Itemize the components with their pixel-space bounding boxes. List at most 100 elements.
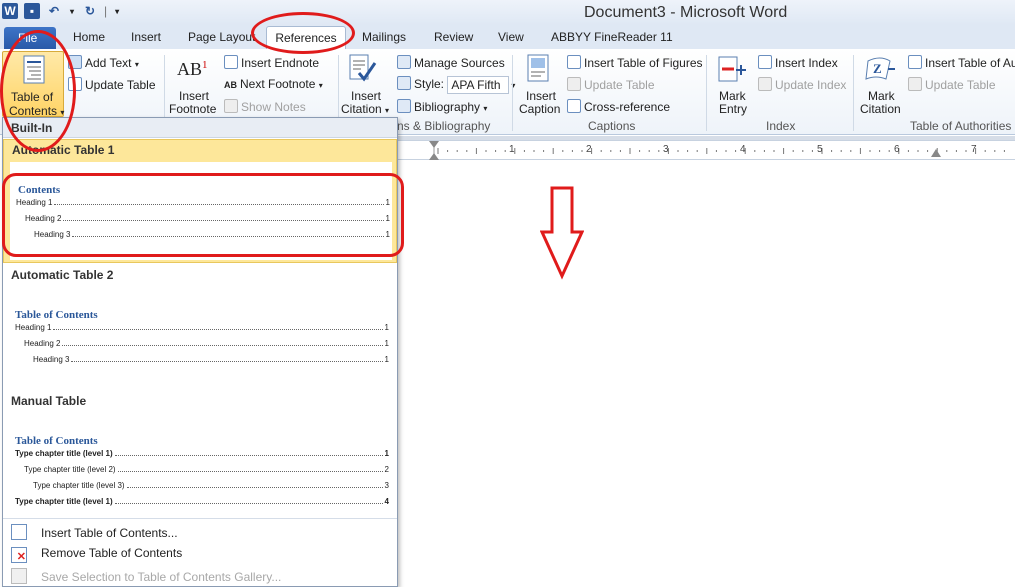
document-canvas[interactable]	[398, 160, 1015, 587]
group-label-citations: ns & Bibliography	[397, 119, 491, 133]
add-text-button[interactable]: Add Text ▾	[68, 55, 139, 70]
ruler-number: 2	[586, 144, 592, 155]
mark-entry-icon	[718, 56, 746, 82]
insert-footnote-label1[interactable]: Insert	[179, 89, 209, 103]
save-selection-to-gallery-command[interactable]: Save Selection to Table of Contents Gall…	[11, 568, 281, 584]
insert-caption-icon	[527, 54, 549, 82]
show-notes-icon	[224, 99, 238, 113]
insert-footnote-label2[interactable]: Footnote	[169, 102, 216, 116]
style-selector[interactable]: Style: APA Fifth ▾	[397, 76, 515, 94]
mark-entry-label2[interactable]: Entry	[719, 102, 747, 116]
ruler-number: 3	[663, 144, 669, 155]
style-icon	[397, 76, 411, 91]
remove-table-of-contents-command[interactable]: ✕ Remove Table of Contents	[11, 546, 182, 563]
indent-marker-bottom-icon[interactable]	[429, 153, 439, 160]
update-index-button[interactable]: Update Index	[758, 77, 846, 92]
toc-preview-line: Type chapter title (level 1) 4	[15, 497, 389, 506]
next-footnote-button[interactable]: AB Next Footnote ▾	[224, 77, 323, 91]
tab-review[interactable]: Review	[434, 30, 473, 44]
customize-qat-icon[interactable]: ▾	[113, 3, 121, 19]
tab-abbyy-finereader[interactable]: ABBYY FineReader 11	[551, 30, 673, 44]
insert-table-of-figures-button[interactable]: Insert Table of Figures	[567, 55, 703, 70]
mark-citation-label2[interactable]: Citation	[860, 102, 901, 116]
insert-index-icon	[758, 55, 772, 69]
ruler-number: 6	[894, 144, 900, 155]
save-icon[interactable]: ▪	[24, 3, 40, 19]
toc-preview-heading: Table of Contents	[15, 309, 98, 321]
qat-separator: |	[104, 4, 108, 18]
style-dropdown[interactable]: APA Fifth	[447, 76, 510, 94]
group-separator	[853, 55, 854, 131]
cross-reference-icon	[567, 99, 581, 113]
bibliography-button[interactable]: Bibliography ▾	[397, 99, 487, 114]
show-notes-button[interactable]: Show Notes	[224, 99, 306, 114]
remove-toc-icon: ✕	[11, 547, 27, 563]
right-indent-marker-icon[interactable]	[931, 149, 941, 157]
group-separator	[512, 55, 513, 131]
tab-home[interactable]: Home	[73, 30, 105, 44]
toc-preview-line: Heading 31	[33, 355, 389, 364]
insert-endnote-icon	[224, 55, 238, 69]
chevron-down-icon: ▾	[483, 104, 488, 113]
toc-preview-line: Type chapter title (level 3) 3	[33, 481, 389, 490]
undo-dropdown-icon[interactable]: ▾	[68, 3, 76, 19]
menu-separator	[3, 518, 397, 519]
insert-index-button[interactable]: Insert Index	[758, 55, 838, 70]
title-bar: W ▪ ↶ ▾ ↻ | ▾ Document3 - Microsoft Word	[0, 0, 1015, 25]
next-footnote-icon: AB	[224, 80, 237, 90]
tab-mailings[interactable]: Mailings	[362, 30, 406, 44]
insert-citation-icon	[349, 54, 377, 82]
tab-view[interactable]: View	[498, 30, 524, 44]
chevron-down-icon: ▾	[385, 106, 390, 115]
update-table-button[interactable]: Update Table	[68, 77, 156, 92]
insert-endnote-button[interactable]: Insert Endnote	[224, 55, 319, 70]
chevron-down-icon: ▾	[318, 81, 323, 90]
manage-sources-button[interactable]: Manage Sources	[397, 55, 505, 70]
update-table-authorities-button[interactable]: Update Table	[908, 77, 996, 92]
insert-citation-label2[interactable]: Citation ▾	[341, 102, 389, 116]
quick-access-toolbar: W ▪ ↶ ▾ ↻ | ▾	[2, 3, 121, 19]
update-table-figures-button[interactable]: Update Table	[567, 77, 655, 92]
horizontal-ruler[interactable]: 1 2 3 4 5 6 7	[398, 140, 1015, 160]
tab-insert[interactable]: Insert	[131, 30, 161, 44]
red-down-arrow-annotation	[540, 186, 584, 280]
word-app-icon[interactable]: W	[2, 3, 18, 19]
mark-citation-icon: Z	[865, 57, 895, 80]
group-label-authorities: Table of Authorities	[910, 119, 1012, 133]
group-label-index: Index	[766, 119, 796, 133]
manage-sources-icon	[397, 55, 411, 69]
ruler-number: 1	[509, 144, 515, 155]
undo-icon[interactable]: ↶	[46, 3, 62, 19]
red-oval-annotation-toc-button	[0, 30, 76, 152]
insert-table-of-contents-command[interactable]: Insert Table of Contents...	[11, 524, 178, 540]
red-oval-annotation-references-tab	[251, 12, 355, 54]
ruler-ticks	[433, 143, 1005, 157]
toc-preview-line: Type chapter title (level 1) 1	[15, 449, 389, 458]
window-title: Document3 - Microsoft Word	[584, 4, 788, 21]
insert-table-of-authorities-button[interactable]: Insert Table of Au	[908, 55, 1015, 70]
cross-reference-button[interactable]: Cross-reference	[567, 99, 670, 114]
indent-marker-icon[interactable]	[429, 141, 439, 148]
tab-page-layout[interactable]: Page Layout	[188, 30, 255, 44]
gallery-item-manual-table[interactable]: Manual Table Table of Contents Type chap…	[3, 391, 397, 517]
red-rect-annotation-automatic-table-1	[2, 173, 404, 257]
gallery-item-automatic-table-2[interactable]: Automatic Table 2 Table of Contents Head…	[3, 265, 397, 389]
insert-citation-label1[interactable]: Insert	[351, 89, 381, 103]
ruler-number: 5	[817, 144, 823, 155]
insert-caption-label2[interactable]: Caption	[519, 102, 560, 116]
ribbon-tabs: File Home Insert Page Layout References …	[0, 25, 1015, 50]
toc-preview-line: Type chapter title (level 2) 2	[24, 465, 389, 474]
insert-caption-label1[interactable]: Insert	[526, 89, 556, 103]
insert-footnote-icon: AB1	[177, 59, 208, 79]
mark-citation-label1[interactable]: Mark	[868, 89, 895, 103]
redo-icon[interactable]: ↻	[82, 3, 98, 19]
gallery-item-title: Automatic Table 2	[11, 268, 114, 282]
group-separator	[706, 55, 707, 131]
table-of-authorities-icon	[908, 55, 922, 69]
update-table-icon	[567, 77, 581, 91]
save-selection-icon	[11, 568, 27, 584]
mark-entry-label1[interactable]: Mark	[719, 89, 746, 103]
ruler-number: 4	[740, 144, 746, 155]
ruler-number: 7	[971, 144, 977, 155]
bibliography-icon	[397, 99, 411, 113]
